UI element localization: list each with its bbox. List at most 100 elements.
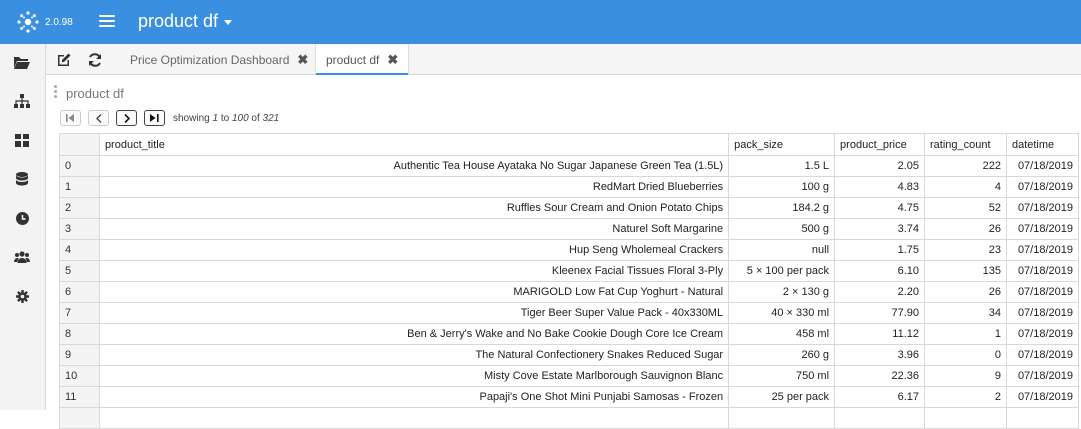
cell-product-price: 2.05 — [834, 155, 925, 177]
table-row[interactable]: 9 The Natural Confectionery Snakes Reduce… — [59, 344, 1080, 366]
last-page-button[interactable] — [144, 110, 165, 126]
menu-toggle-button[interactable] — [99, 12, 115, 32]
cell-product-title: Ben & Jerry's Wake and No Bake Cookie Do… — [98, 323, 730, 345]
data-table: product_title pack_size product_price ra… — [59, 133, 1080, 429]
close-icon[interactable]: ✖ — [297, 52, 308, 68]
column-header-rating-count[interactable]: rating_count — [924, 133, 1007, 156]
column-header-datetime[interactable]: datetime — [1005, 133, 1080, 156]
cell-datetime: 07/18/2019 — [1005, 197, 1080, 219]
column-header-product-title[interactable]: product_title — [98, 133, 730, 156]
cell-product-price: 6.17 — [834, 386, 925, 408]
cell-pack-size: 458 ml — [728, 323, 836, 345]
table-row[interactable]: 3 Naturel Soft Margarine 500 g 3.74 26 07/18/… — [59, 218, 1080, 240]
table-row[interactable]: 10 Misty Cove Estate Marlborough Sauvigno… — [59, 365, 1080, 387]
row-index: 4 — [59, 239, 100, 261]
cell-product-title: Hup Seng Wholemeal Crackers — [98, 239, 730, 261]
cell-pack-size: 184.2 g — [728, 197, 836, 219]
cell-rating-count: 222 — [924, 155, 1007, 177]
table-row[interactable]: 0 Authentic Tea House Ayataka No Sugar Ja… — [59, 155, 1080, 177]
tab-label: Price Optimization Dashboard — [130, 52, 290, 67]
cell-product-title: Tiger Beer Super Value Pack - 40x330ML — [98, 302, 730, 324]
cell-product-price: 77.90 — [834, 302, 925, 324]
cell-datetime: 07/18/2019 — [1005, 281, 1080, 303]
cell-datetime: 07/18/2019 — [1005, 344, 1080, 366]
cell-rating-count: 34 — [924, 302, 1007, 324]
cell-product-price: 11.12 — [834, 323, 925, 345]
next-page-button[interactable] — [116, 110, 137, 126]
cell-pack-size: 260 g — [728, 344, 836, 366]
table-row[interactable]: 1 RedMart Dried Blueberries 100 g 4.83 4 07/1… — [59, 176, 1080, 198]
page-title-dropdown[interactable]: product df — [138, 11, 233, 32]
table-row[interactable]: 7 Tiger Beer Super Value Pack - 40x330ML 4… — [59, 302, 1080, 324]
row-index: 5 — [59, 260, 100, 282]
first-page-icon — [66, 114, 74, 122]
previous-page-button[interactable] — [88, 110, 109, 126]
dashboard-icon[interactable] — [12, 130, 32, 150]
tab-product-df[interactable]: product df ✖ — [315, 44, 410, 76]
cell-rating-count: 2 — [924, 386, 1007, 408]
cell-datetime: 07/18/2019 — [1005, 176, 1080, 198]
last-page-icon — [150, 114, 159, 122]
cell-datetime: 07/18/2019 — [1005, 323, 1080, 345]
cell-product-price: 6.10 — [834, 260, 925, 282]
cell-rating-count — [924, 407, 1007, 429]
row-index: 10 — [59, 365, 100, 387]
table-row[interactable]: 5 Kleenex Facial Tissues Floral 3-Ply 5 × … — [59, 260, 1080, 282]
row-index: 11 — [59, 386, 100, 408]
cell-rating-count: 135 — [924, 260, 1007, 282]
cell-product-title: Authentic Tea House Ayataka No Sugar Jap… — [98, 155, 730, 177]
row-index: 7 — [59, 302, 100, 324]
row-index: 0 — [59, 155, 100, 177]
cell-product-title: Ruffles Sour Cream and Onion Potato Chip… — [98, 197, 730, 219]
table-row[interactable]: 8 Ben & Jerry's Wake and No Bake Cookie D… — [59, 323, 1080, 345]
panel-title: product df — [66, 86, 124, 101]
page-title: product df — [138, 11, 219, 31]
column-header-pack-size[interactable]: pack_size — [728, 133, 836, 156]
folder-open-icon[interactable] — [12, 52, 32, 72]
table-row[interactable] — [59, 407, 1080, 429]
tab-price-optimization-dashboard[interactable]: Price Optimization Dashboard ✖ — [120, 44, 318, 75]
cell-datetime: 07/18/2019 — [1005, 218, 1080, 240]
cell-rating-count: 9 — [924, 365, 1007, 387]
cell-datetime: 07/18/2019 — [1005, 260, 1080, 282]
cell-product-price — [834, 407, 925, 429]
clock-icon[interactable] — [12, 208, 32, 228]
cell-datetime — [1005, 407, 1080, 429]
database-icon[interactable] — [12, 169, 32, 189]
cell-product-title: RedMart Dried Blueberries — [98, 176, 730, 198]
column-header-index[interactable] — [59, 133, 100, 156]
cell-product-title: The Natural Confectionery Snakes Reduced… — [98, 344, 730, 366]
cell-rating-count: 26 — [924, 218, 1007, 240]
first-page-button[interactable] — [60, 110, 81, 126]
cell-pack-size: 500 g — [728, 218, 836, 240]
column-header-product-price[interactable]: product_price — [834, 133, 925, 156]
cell-pack-size — [728, 407, 836, 429]
cell-product-title: Misty Cove Estate Marlborough Sauvignon … — [98, 365, 730, 387]
table-row[interactable]: 11 Papaji's One Shot Mini Punjabi Samosas… — [59, 386, 1080, 408]
table-row[interactable]: 4 Hup Seng Wholemeal Crackers null 1.75 23 07… — [59, 239, 1080, 261]
cell-datetime: 07/18/2019 — [1005, 302, 1080, 324]
cell-product-price: 3.96 — [834, 344, 925, 366]
sitemap-icon[interactable] — [12, 91, 32, 111]
row-index: 3 — [59, 218, 100, 240]
table-row[interactable]: 2 Ruffles Sour Cream and Onion Potato Chi… — [59, 197, 1080, 219]
users-icon[interactable] — [12, 247, 32, 267]
tab-label: product df — [326, 52, 380, 67]
row-index: 1 — [59, 176, 100, 198]
gear-icon[interactable] — [12, 286, 32, 306]
drag-handle-icon[interactable] — [54, 85, 58, 99]
close-icon[interactable]: ✖ — [387, 52, 398, 68]
cell-product-title: MARIGOLD Low Fat Cup Yoghurt - Natural — [98, 281, 730, 303]
cell-pack-size: 2 × 130 g — [728, 281, 836, 303]
cell-pack-size: 25 per pack — [728, 386, 836, 408]
cell-product-price: 2.20 — [834, 281, 925, 303]
table-row[interactable]: 6 MARIGOLD Low Fat Cup Yoghurt - Natural 2… — [59, 281, 1080, 303]
edit-icon[interactable] — [54, 50, 74, 70]
app-logo-icon[interactable] — [16, 10, 40, 34]
cell-datetime: 07/18/2019 — [1005, 365, 1080, 387]
showing-range-text: showing 1 to 100 of 321 — [173, 112, 280, 124]
refresh-icon[interactable] — [85, 50, 105, 70]
cell-pack-size: 750 ml — [728, 365, 836, 387]
cell-datetime: 07/18/2019 — [1005, 155, 1080, 177]
cell-rating-count: 26 — [924, 281, 1007, 303]
